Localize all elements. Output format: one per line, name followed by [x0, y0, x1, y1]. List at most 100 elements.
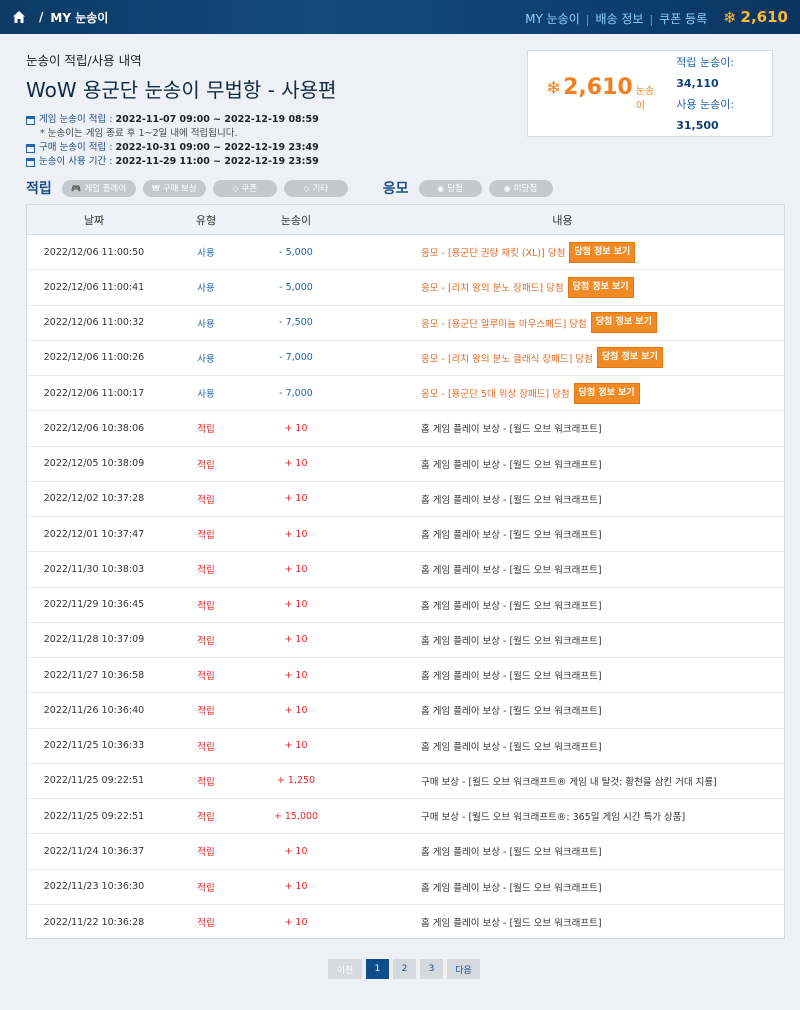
tag-icon: ◇	[303, 183, 310, 193]
row-date: 2022/12/06 10:38:06	[43, 422, 145, 434]
filter-purchase-reward[interactable]: ₩ 구매 보상	[142, 179, 206, 197]
row-type: 적립	[197, 600, 215, 612]
period-label: 게임 눈송이 적립 :	[39, 114, 113, 125]
earn-filter-title: 적립	[26, 181, 52, 197]
row-amount: + 10	[284, 916, 308, 928]
row-type: 적립	[197, 424, 215, 436]
filter-other[interactable]: ◇ 기타	[283, 179, 348, 197]
view-win-info-button[interactable]: 당첨 정보 보기	[573, 382, 640, 404]
filter-coupon[interactable]: ◇ 쿠폰	[212, 179, 277, 197]
row-type: 적립	[197, 776, 215, 788]
breadcrumb-separator: /	[39, 10, 44, 24]
nav-my-snowflake[interactable]: MY 눈송이	[525, 12, 580, 26]
table-row: 2022/11/25 09:22:51 적립 + 1,250 구매 보상 - [월드 …	[27, 764, 784, 799]
prev-page-button[interactable]: 이전	[328, 959, 362, 979]
won-icon: ₩	[151, 183, 160, 193]
row-description-text: 홈 게임 플레이 보상 - [월드 오브 워크래프트]	[421, 671, 602, 683]
row-type: 적립	[197, 882, 215, 894]
calendar-icon	[26, 115, 35, 125]
view-win-info-button[interactable]: 당첨 정보 보기	[567, 276, 634, 298]
total-unit: 눈송이	[635, 86, 655, 112]
tag-icon: ◇	[232, 183, 239, 193]
row-date: 2022/12/06 11:00:50	[43, 246, 145, 258]
row-amount: - 5,000	[279, 246, 313, 258]
table-row: 2022/12/06 11:00:32 사용 - 7,500 응모 - [용군단 알루…	[27, 306, 784, 341]
filter-not-won[interactable]: ◉ 미당첨	[488, 179, 553, 197]
row-amount: + 10	[284, 563, 308, 575]
header-description: 내용	[552, 213, 573, 227]
row-date: 2022/11/28 10:37:09	[43, 634, 145, 646]
period-label: 구매 눈송이 적립 :	[39, 142, 113, 153]
row-description-text: 홈 게임 플레이 보상 - [월드 오브 워크래프트]	[421, 882, 602, 894]
table-row: 2022/11/24 10:36:37 적립 + 10 홈 게임 플레이 보상 - […	[27, 834, 784, 870]
row-type: 적립	[197, 671, 215, 683]
snowflake-icon: ❄	[723, 7, 737, 27]
row-date: 2022/11/25 09:22:51	[43, 810, 145, 822]
page-3-button[interactable]: 3	[420, 959, 443, 979]
row-type: 사용	[197, 318, 215, 330]
page-2-button[interactable]: 2	[393, 959, 416, 979]
nav-shipping-info[interactable]: 배송 정보	[595, 12, 643, 26]
table-row: 2022/12/06 11:00:17 사용 - 7,000 응모 - [용군단 5대…	[27, 376, 784, 412]
table-row: 2022/12/01 10:37:47 적립 + 10 홈 게임 플레이 보상 - […	[27, 517, 784, 553]
row-amount: + 10	[284, 599, 308, 611]
row-type: 적립	[197, 494, 215, 506]
entry-filter-title: 응모	[382, 181, 409, 197]
row-date: 2022/11/25 09:22:51	[43, 775, 145, 787]
earned-label: 적립 눈송이:	[676, 55, 735, 69]
table-row: 2022/11/29 10:36:45 적립 + 10 홈 게임 플레이 보상 - […	[27, 588, 784, 623]
view-win-info-button[interactable]: 당첨 정보 보기	[569, 241, 636, 263]
table-row: 2022/11/30 10:38:03 적립 + 10 홈 게임 플레이 보상 - […	[27, 552, 784, 588]
row-amount: + 10	[284, 634, 308, 646]
row-description-text: 홈 게임 플레이 보상 - [월드 오브 워크래프트]	[421, 706, 602, 718]
row-type: 사용	[197, 353, 215, 365]
row-description: 홈 게임 플레이 보상 - [월드 오브 워크래프트]	[341, 703, 784, 717]
table-row: 2022/12/06 11:00:50 사용 - 5,000 응모 - [용군단 권탕…	[27, 235, 784, 271]
view-win-info-button[interactable]: 당첨 정보 보기	[590, 312, 657, 334]
row-date: 2022/12/01 10:37:47	[43, 528, 145, 540]
row-amount: + 10	[284, 493, 308, 505]
row-amount: + 10	[284, 845, 308, 857]
earned-stat: 적립 눈송이: 34,110	[676, 52, 772, 94]
row-description: 응모 - [용군단 권탕 재킷 (XL)] 당첨 당첨 정보 보기	[341, 241, 784, 263]
table-row: 2022/12/02 10:37:28 적립 + 10 홈 게임 플레이 보상 - […	[27, 482, 784, 517]
row-date: 2022/11/26 10:36:40	[43, 704, 145, 716]
row-description-text: 홈 게임 플레이 보상 - [월드 오브 워크래프트]	[421, 741, 602, 753]
row-description: 홈 게임 플레이 보상 - [월드 오브 워크래프트]	[341, 915, 784, 929]
table-row: 2022/11/25 09:22:51 적립 + 15,000 구매 보상 - [월드…	[27, 799, 784, 835]
nav-coupon-register[interactable]: 쿠폰 등록	[659, 12, 707, 26]
row-description: 홈 게임 플레이 보상 - [월드 오브 워크래프트]	[341, 457, 784, 471]
row-amount: + 10	[284, 740, 308, 752]
row-description: 홈 게임 플레이 보상 - [월드 오브 워크래프트]	[341, 421, 784, 435]
table-row: 2022/12/06 11:00:26 사용 - 7,000 응모 - [리치 왕의 …	[27, 341, 784, 376]
filter-game-play[interactable]: 🎮 게임 플레이	[61, 179, 136, 197]
view-win-info-button[interactable]: 당첨 정보 보기	[596, 347, 663, 369]
row-description-text: 홈 게임 플레이 보상 - [월드 오브 워크래프트]	[421, 494, 602, 506]
row-date: 2022/11/24 10:36:37	[43, 845, 145, 857]
next-page-button[interactable]: 다음	[447, 959, 480, 979]
filter-label: 기타	[312, 184, 329, 194]
page-1-button[interactable]: 1	[366, 959, 389, 979]
gamepad-icon: 🎮	[71, 183, 82, 193]
row-description-text: 응모 - [용군단 알루미늄 마우스패드] 당첨	[421, 318, 587, 330]
calendar-icon	[26, 157, 35, 167]
nav-separator: |	[649, 12, 654, 26]
header-type: 유형	[195, 213, 217, 227]
circle-icon: ◉	[437, 183, 445, 193]
row-description-text: 응모 - [용군단 권탕 재킷 (XL)] 당첨	[421, 248, 566, 260]
row-description-text: 홈 게임 플레이 보상 - [월드 오브 워크래프트]	[421, 918, 602, 930]
row-type: 적립	[197, 706, 215, 718]
row-description-text: 홈 게임 플레이 보상 - [월드 오브 워크래프트]	[421, 635, 602, 647]
row-date: 2022/11/27 10:36:58	[43, 669, 145, 681]
balance-value: 2,610	[740, 8, 788, 26]
row-description: 응모 - [용군단 알루미늄 마우스패드] 당첨 당첨 정보 보기	[341, 312, 784, 334]
home-icon[interactable]	[12, 10, 26, 24]
used-stat: 사용 눈송이: 31,500	[676, 94, 772, 136]
row-type: 적립	[197, 812, 215, 824]
filter-label: 미당첨	[513, 184, 538, 194]
row-type: 적립	[197, 459, 215, 471]
row-description: 홈 게임 플레이 보상 - [월드 오브 워크래프트]	[341, 492, 784, 506]
row-date: 2022/12/02 10:37:28	[43, 493, 145, 505]
filter-won[interactable]: ◉ 당첨	[418, 179, 482, 197]
filter-bar: 적립 🎮 게임 플레이 ₩ 구매 보상 ◇ 쿠폰 ◇ 기타 응모 ◉ 당첨 ◉ 미당첨	[26, 179, 786, 197]
